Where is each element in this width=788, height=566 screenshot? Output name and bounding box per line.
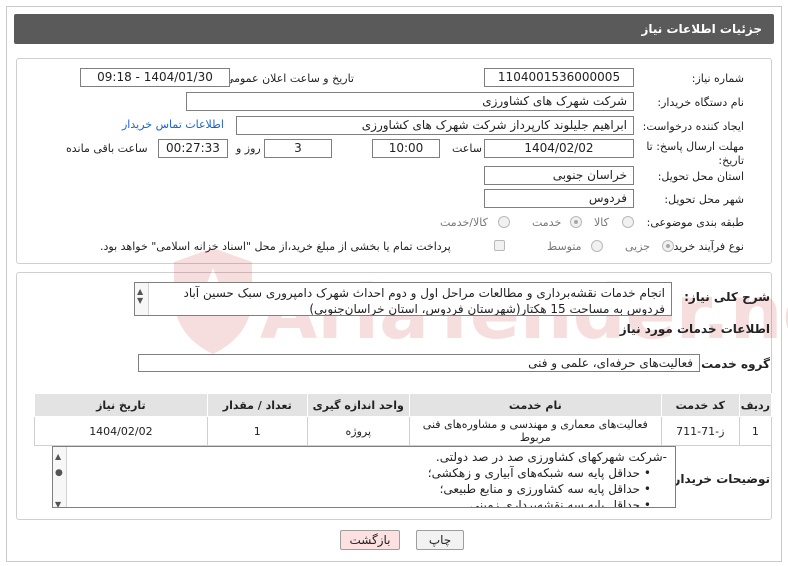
process-option-minor: جزیی <box>625 240 651 253</box>
col-service-code: کد خدمت <box>660 393 740 417</box>
category-radio-goods[interactable] <box>622 216 634 228</box>
category-radio-goods-service[interactable] <box>498 216 510 228</box>
col-row: ردیف <box>738 393 773 417</box>
col-unit: واحد اندازه گیری <box>306 393 410 417</box>
buyer-notes-line-3-text: حداقل پایه سه کشاورزی و منابع طبیعی؛ <box>439 482 641 496</box>
buyer-notes-line-1: -شرکت شهرکهای کشاورزی صد در صد دولتی. <box>435 450 667 464</box>
remaining-time-field: 00:27:33 <box>158 139 228 158</box>
print-button[interactable]: چاپ <box>416 530 464 550</box>
category-option-goods-service: کالا/خدمت <box>440 216 488 229</box>
announce-label: تاریخ و ساعت اعلان عمومی: <box>221 72 354 85</box>
remaining-label: ساعت باقی مانده <box>66 142 148 155</box>
back-button[interactable]: بازگشت <box>340 530 400 550</box>
category-option-goods: کالا <box>594 216 609 229</box>
process-label: نوع فرآیند خرید : <box>666 240 744 253</box>
buyer-notes-label: توضیحات خریدار: <box>668 472 770 486</box>
days-field: 3 <box>264 139 332 158</box>
deadline-time-field: 10:00 <box>372 139 440 158</box>
time-label: ساعت <box>452 142 482 155</box>
services-table-header: ردیف کد خدمت نام خدمت واحد اندازه گیری ت… <box>34 393 773 417</box>
table-row: 1 ز-71-711 فعالیت‌های معماری و مهندسی و … <box>34 416 773 446</box>
contact-info-link[interactable]: اطلاعات تماس خریدار <box>122 118 224 131</box>
buyer-notes-line-2-text: حداقل پایه سه شبکه‌های آبیاری و زهکشی؛ <box>427 466 641 480</box>
category-radio-service[interactable] <box>570 216 582 228</box>
bullet-icon: • <box>640 482 651 496</box>
buyer-notes-line-3: • حداقل پایه سه کشاورزی و منابع طبیعی؛ <box>73 481 667 497</box>
page-title: جزئیات اطلاعات نیاز <box>14 14 774 44</box>
province-label: استان محل تحویل: <box>657 170 744 183</box>
cell-need-date: 1404/02/02 <box>34 416 208 446</box>
description-label: شرح کلی نیاز: <box>684 290 770 304</box>
services-table: ردیف کد خدمت نام خدمت واحد اندازه گیری ت… <box>34 393 773 446</box>
province-field: خراسان جنوبی <box>484 166 634 185</box>
description-text: انجام خدمات نقشه‌برداری و مطالعات مراحل … <box>183 286 665 316</box>
deadline-date-field: 1404/02/02 <box>484 139 634 158</box>
services-section-title: اطلاعات خدمات مورد نیاز <box>619 322 770 336</box>
cell-quantity: 1 <box>206 416 308 446</box>
city-field: فردوس <box>484 189 634 208</box>
treasury-payment-note: پرداخت تمام یا بخشی از مبلغ خرید،از محل … <box>100 240 451 253</box>
cell-unit: پروژه <box>306 416 410 446</box>
scroll-down-icon[interactable]: ▼ <box>137 293 143 309</box>
buyer-notes-line-4: • حداقل پایه سه نقشه‌برداری زمینی. <box>73 497 667 508</box>
description-scrollbar[interactable]: ▲ ▼ <box>135 283 149 315</box>
buyer-notes-line-2: • حداقل پایه سه شبکه‌های آبیاری و زهکشی؛ <box>73 465 667 481</box>
scroll-down-icon[interactable]: ▼ <box>55 497 61 507</box>
buyer-notes-scrollbar[interactable]: ▲ ● ▼ <box>53 447 67 507</box>
days-label: روز و <box>236 142 261 155</box>
description-textarea[interactable]: ▲ ▼ انجام خدمات نقشه‌برداری و مطالعات مر… <box>134 282 672 316</box>
service-group-field: فعالیت‌های حرفه‌ای، علمی و فنی <box>138 354 700 372</box>
requester-field: ابراهیم جلیلوند کارپرداز شرکت شهرک های ک… <box>236 116 634 135</box>
process-option-medium: متوسط <box>547 240 582 253</box>
process-radio-medium[interactable] <box>591 240 603 252</box>
requester-label: ایجاد کننده درخواست: <box>642 120 744 133</box>
scroll-up-icon[interactable]: ▲ <box>55 449 61 465</box>
cell-row: 1 <box>738 416 773 446</box>
bullet-icon: • <box>640 498 651 508</box>
treasury-payment-checkbox[interactable] <box>494 240 505 251</box>
process-radio-minor[interactable] <box>662 240 674 252</box>
buyer-org-field: شرکت شهرک های کشاورزی <box>186 92 634 111</box>
buyer-notes-line-4-text: حداقل پایه سه نقشه‌برداری زمینی. <box>466 498 641 508</box>
cell-service-code: ز-71-711 <box>660 416 740 446</box>
buyer-notes-textarea[interactable]: ▲ ● ▼ -شرکت شهرکهای کشاورزی صد در صد دول… <box>52 446 676 508</box>
announce-field: 1404/01/30 - 09:18 <box>80 68 230 87</box>
deadline-label-date: تاریخ: <box>718 154 744 167</box>
col-need-date: تاریخ نیاز <box>34 393 208 417</box>
category-label: طبقه بندی موضوعی: <box>646 216 744 229</box>
deadline-label: مهلت ارسال پاسخ: تا <box>646 140 744 153</box>
need-number-field: 1104001536000005 <box>484 68 634 87</box>
need-number-label: شماره نیاز: <box>691 72 744 85</box>
category-option-service: خدمت <box>532 216 562 229</box>
bullet-icon: • <box>640 466 651 480</box>
city-label: شهر محل تحویل: <box>664 193 744 206</box>
cell-service-name: فعالیت‌های معماری و مهندسی و مشاوره‌های … <box>408 416 662 446</box>
scroll-thumb-icon[interactable]: ● <box>55 465 63 481</box>
col-service-name: نام خدمت <box>408 393 662 417</box>
details-panel <box>16 58 772 264</box>
service-group-label: گروه خدمت: <box>696 357 770 371</box>
buyer-org-label: نام دستگاه خریدار: <box>657 96 744 109</box>
col-quantity: تعداد / مقدار <box>206 393 308 417</box>
